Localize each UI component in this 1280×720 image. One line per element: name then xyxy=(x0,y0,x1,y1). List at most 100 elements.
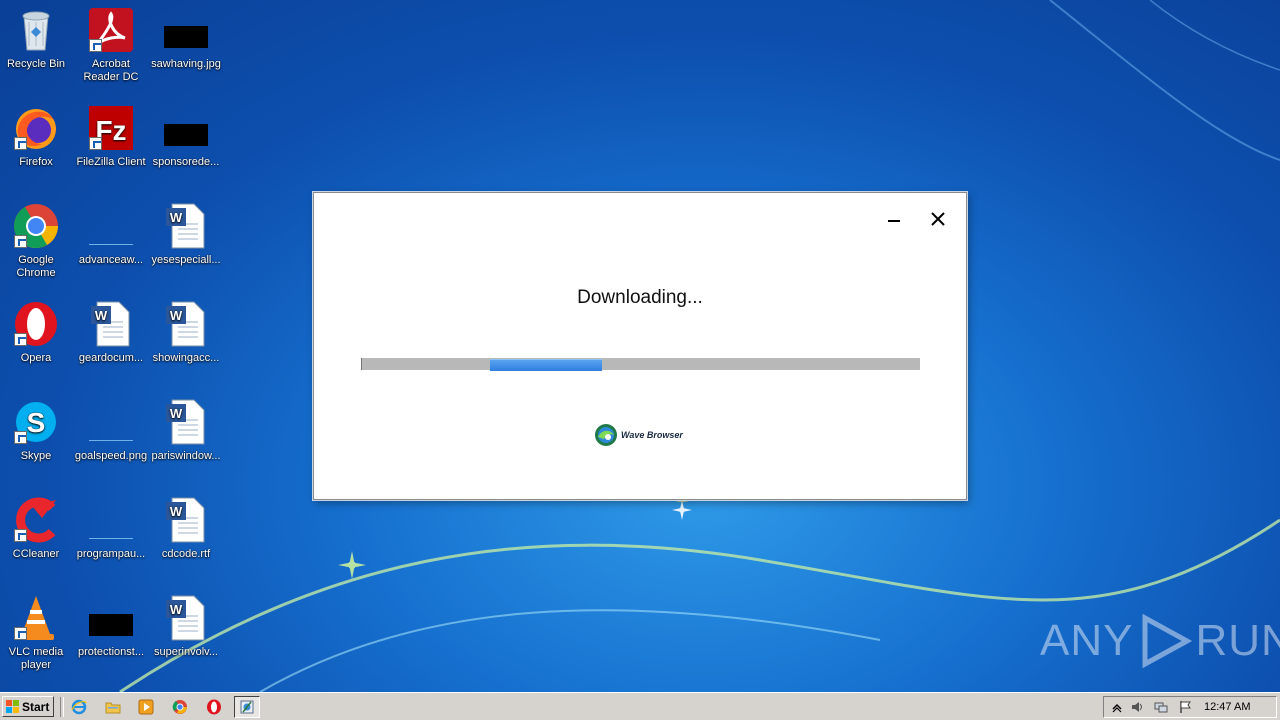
desktop-icon-label: protectionst... xyxy=(77,646,145,658)
desktop-icon-label: VLC media player xyxy=(8,646,64,671)
speaker-icon xyxy=(1132,702,1142,712)
taskbar-installer[interactable] xyxy=(234,696,260,718)
media-player-icon xyxy=(138,699,154,715)
desktop-icon-label: CCleaner xyxy=(12,548,60,560)
vlc-icon xyxy=(12,594,60,642)
desktop-icon-superinvolv[interactable]: W superinvolv... xyxy=(148,594,224,659)
shortcut-arrow-icon xyxy=(14,529,27,542)
desktop-icon-programpau[interactable]: programpau... xyxy=(73,496,149,561)
download-dialog: Downloading... Wave Browser xyxy=(313,192,967,500)
desktop-icon-advanceaw[interactable]: advanceaw... xyxy=(73,202,149,267)
desktop-icon-opera[interactable]: Opera xyxy=(0,300,74,365)
svg-text:W: W xyxy=(170,308,183,323)
windows-flag-icon xyxy=(6,700,19,713)
desktop-icon-ccleaner[interactable]: CCleaner xyxy=(0,496,74,561)
svg-text:W: W xyxy=(170,210,183,225)
desktop-icon-sawhaving[interactable]: sawhaving.jpg xyxy=(148,6,224,71)
desktop-icon-cdcode[interactable]: W cdcode.rtf xyxy=(148,496,224,561)
word-doc-icon: W xyxy=(87,300,135,348)
folder-icon xyxy=(105,702,121,714)
desktop-icon-label: Skype xyxy=(20,450,52,462)
desktop-icon-label: Firefox xyxy=(19,156,53,168)
taskbar-chrome[interactable] xyxy=(167,696,193,718)
desktop-icon-firefox[interactable]: Firefox xyxy=(0,104,74,169)
start-button[interactable]: Start xyxy=(2,696,54,717)
wave-browser-logo: Wave Browser xyxy=(594,422,683,448)
desktop-icon-chrome[interactable]: Google Chrome xyxy=(0,202,74,280)
network-button[interactable] xyxy=(1154,700,1168,714)
image-file-icon xyxy=(87,594,135,642)
desktop-icon-goalspeed[interactable]: goalspeed.png xyxy=(73,398,149,463)
taskbar-opera[interactable] xyxy=(201,696,227,718)
desktop-icon-label: pariswindow... xyxy=(151,450,221,462)
desktop-icon-acrobat[interactable]: Acrobat Reader DC xyxy=(73,6,149,84)
system-tray: 12:47 AM xyxy=(1103,696,1277,718)
ccleaner-icon xyxy=(12,496,60,544)
taskbar-separator xyxy=(60,697,64,717)
desktop-icon-label: cdcode.rtf xyxy=(161,548,211,560)
anyrun-watermark: ANY RUN xyxy=(1040,612,1280,670)
desktop-icon-label: Acrobat Reader DC xyxy=(83,58,139,83)
chevron-up-icon xyxy=(1112,703,1122,713)
taskbar: Start 12:47 AM xyxy=(0,692,1280,720)
svg-text:W: W xyxy=(170,406,183,421)
desktop-icon-label: goalspeed.png xyxy=(74,450,148,462)
word-doc-icon: W xyxy=(162,398,210,446)
desktop-icon-label: FileZilla Client xyxy=(76,156,146,168)
desktop-icon-skype[interactable]: S Skype xyxy=(0,398,74,463)
opera-icon xyxy=(12,300,60,348)
chrome-icon xyxy=(172,700,187,714)
recycle-bin-icon xyxy=(12,6,60,54)
desktop-icon-label: programpau... xyxy=(76,548,146,560)
internet-explorer-icon xyxy=(71,699,87,715)
shortcut-arrow-icon xyxy=(14,333,27,346)
desktop-icon-label: Recycle Bin xyxy=(6,58,66,70)
desktop-icon-label: superinvolv... xyxy=(154,646,218,658)
dialog-title: Downloading... xyxy=(577,287,703,308)
taskbar-explorer[interactable] xyxy=(100,696,126,718)
volume-button[interactable] xyxy=(1130,700,1144,714)
desktop-icon-filezilla[interactable]: Fz FileZilla Client xyxy=(73,104,149,169)
image-file-icon xyxy=(87,496,135,544)
word-doc-icon: W xyxy=(162,594,210,642)
image-file-icon xyxy=(87,398,135,446)
action-center-button[interactable] xyxy=(1178,700,1192,714)
wave-logo-icon xyxy=(595,424,617,446)
shortcut-arrow-icon xyxy=(14,235,27,248)
taskbar-clock[interactable]: 12:47 AM xyxy=(1204,701,1250,713)
desktop-icon-showingacc[interactable]: W showingacc... xyxy=(148,300,224,365)
minimize-button[interactable] xyxy=(882,207,906,231)
desktop-icon-label: advanceaw... xyxy=(78,254,144,266)
desktop-icon-sponsorede[interactable]: sponsorede... xyxy=(148,104,224,169)
desktop-icon-label: geardocum... xyxy=(78,352,144,364)
image-file-icon xyxy=(162,6,210,54)
desktop-icon-label: yesespeciall... xyxy=(151,254,221,266)
image-file-icon xyxy=(87,202,135,250)
desktop-icon-geardocum[interactable]: W geardocum... xyxy=(73,300,149,365)
shortcut-arrow-icon xyxy=(14,627,27,640)
desktop-icon-label: Google Chrome xyxy=(16,254,56,279)
watermark-right-text: RUN xyxy=(1195,616,1280,665)
start-label: Start xyxy=(22,699,50,714)
close-button[interactable] xyxy=(926,207,950,231)
svg-text:W: W xyxy=(95,308,108,323)
desktop-icon-yesespeciall[interactable]: W yesespeciall... xyxy=(148,202,224,267)
progress-fill xyxy=(490,359,602,371)
desktop-icon-protectionst[interactable]: protectionst... xyxy=(73,594,149,659)
filezilla-icon: Fz xyxy=(87,104,135,152)
desktop-icon-label: showingacc... xyxy=(152,352,220,364)
word-doc-icon: W xyxy=(162,202,210,250)
shortcut-arrow-icon xyxy=(14,137,27,150)
desktop: Recycle Bin Firefox Google Chrome Opera … xyxy=(0,0,1280,692)
shortcut-arrow-icon xyxy=(14,431,27,444)
show-hidden-icons-button[interactable] xyxy=(1110,700,1124,714)
desktop-icon-pariswindow[interactable]: W pariswindow... xyxy=(148,398,224,463)
taskbar-media-player[interactable] xyxy=(133,696,159,718)
desktop-icon-recycle-bin[interactable]: Recycle Bin xyxy=(0,6,74,71)
svg-text:W: W xyxy=(170,602,183,617)
taskbar-internet-explorer[interactable] xyxy=(66,696,92,718)
desktop-icon-vlc[interactable]: VLC media player xyxy=(0,594,74,672)
shortcut-arrow-icon xyxy=(89,137,102,150)
installer-icon xyxy=(240,700,254,714)
download-progress-bar xyxy=(361,358,920,371)
